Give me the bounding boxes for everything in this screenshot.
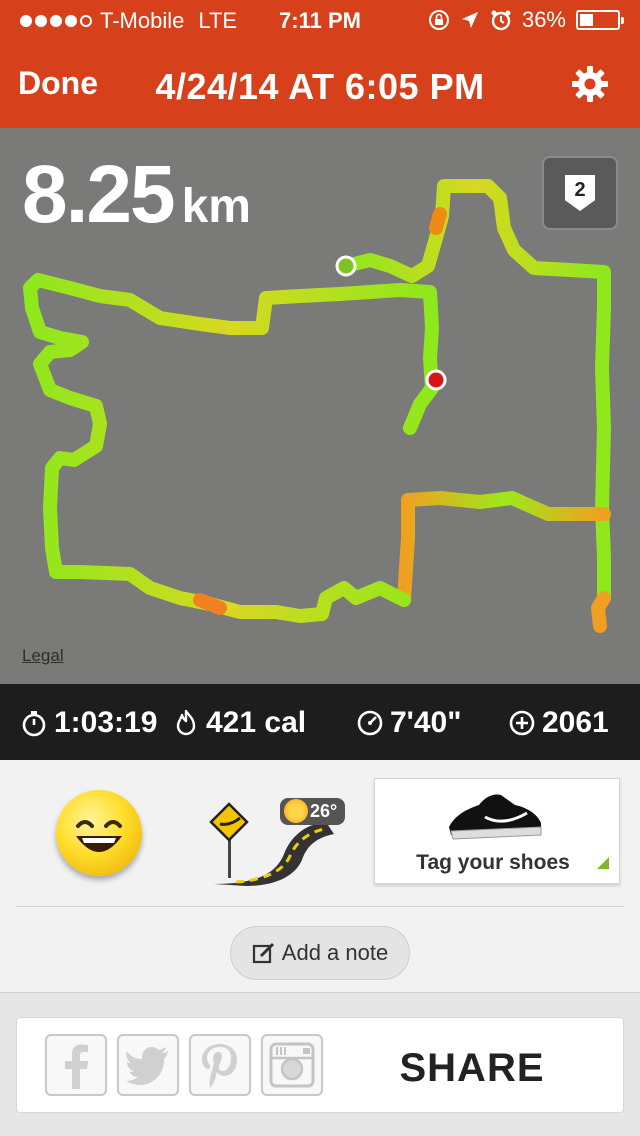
gear-icon[interactable] bbox=[570, 64, 610, 104]
edit-note-icon bbox=[252, 942, 274, 964]
run-details-panel: 26° Tag your shoes Add a note bbox=[0, 760, 640, 992]
battery-icon bbox=[576, 10, 624, 30]
header: T-Mobile LTE 7:11 PM 36% Done 4/24/14 AT… bbox=[0, 0, 640, 128]
speedometer-icon bbox=[357, 710, 383, 736]
page-title: 4/24/14 AT 6:05 PM bbox=[155, 66, 485, 107]
temperature-value: 26° bbox=[310, 801, 338, 821]
stat-pace: 7'40" bbox=[356, 706, 461, 740]
add-note-button[interactable]: Add a note bbox=[230, 926, 410, 980]
tag-shoes-label: Tag your shoes bbox=[416, 851, 570, 874]
battery-percent: 36% bbox=[521, 7, 566, 32]
nikefuel-icon bbox=[509, 710, 535, 736]
status-bar: T-Mobile LTE 7:11 PM 36% bbox=[0, 0, 640, 40]
facebook-button[interactable] bbox=[45, 1034, 107, 1096]
add-note-label: Add a note bbox=[281, 940, 389, 965]
share-button[interactable]: SHARE bbox=[377, 1046, 567, 1091]
location-arrow-icon bbox=[461, 12, 478, 28]
calories-value: 421 cal bbox=[206, 706, 307, 739]
legal-link[interactable]: Legal bbox=[22, 646, 64, 666]
stat-duration: 1:03:19 bbox=[20, 706, 157, 740]
run-map[interactable]: 8.25 km 2 Legal bbox=[0, 128, 640, 684]
sun-icon bbox=[284, 799, 308, 823]
corner-triangle-icon bbox=[597, 857, 609, 869]
rotation-lock-icon bbox=[428, 10, 449, 30]
divider bbox=[16, 906, 624, 907]
fuel-value: 2061 bbox=[542, 706, 609, 739]
distance-unit: km bbox=[181, 180, 251, 233]
flame-icon bbox=[176, 709, 196, 736]
weather-badge: 26° bbox=[280, 798, 346, 825]
tag-shoes-button[interactable]: Tag your shoes bbox=[374, 778, 620, 884]
distance-value: 8.25 bbox=[22, 149, 176, 240]
pinterest-icon bbox=[202, 1044, 237, 1088]
pace-value: 7'40" bbox=[390, 706, 462, 739]
alarm-icon bbox=[491, 10, 511, 31]
twitter-icon bbox=[126, 1047, 168, 1085]
twitter-button[interactable] bbox=[117, 1034, 179, 1096]
stat-calories: 421 cal bbox=[172, 706, 306, 740]
route-badge-icon: 2 bbox=[565, 175, 595, 211]
stopwatch-icon bbox=[22, 711, 46, 737]
facebook-icon bbox=[65, 1044, 88, 1089]
mood-smiley-icon[interactable] bbox=[56, 790, 142, 876]
stats-bar: 1:03:19 421 cal 7'40" 2061 bbox=[0, 684, 640, 760]
share-bar: SHARE bbox=[0, 992, 640, 1136]
status-icons: 36% bbox=[428, 7, 624, 33]
instagram-icon bbox=[269, 1042, 315, 1088]
pinterest-button[interactable] bbox=[189, 1034, 251, 1096]
share-box: SHARE bbox=[16, 1017, 624, 1113]
run-distance: 8.25 km bbox=[22, 148, 251, 242]
duration-value: 1:03:19 bbox=[54, 706, 158, 739]
shoe-icon bbox=[449, 794, 542, 840]
instagram-button[interactable] bbox=[261, 1034, 323, 1096]
stat-fuel: 2061 bbox=[508, 706, 609, 740]
nav-bar: Done 4/24/14 AT 6:05 PM bbox=[0, 40, 640, 128]
map-layers-button[interactable]: 2 bbox=[542, 156, 618, 230]
